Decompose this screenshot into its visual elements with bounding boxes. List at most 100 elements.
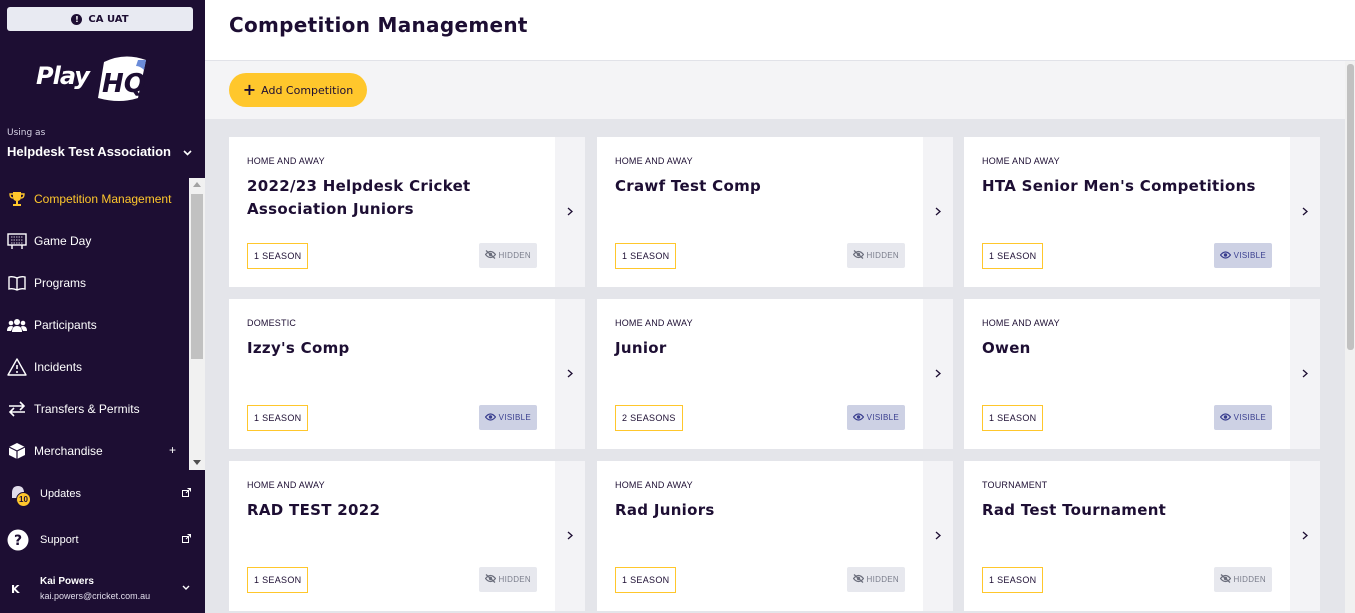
open-competition-button[interactable]	[1290, 137, 1320, 287]
card-body[interactable]: HOME AND AWAY Rad Juniors 1 SEASON HIDDEN	[597, 461, 923, 611]
open-competition-button[interactable]	[923, 461, 953, 611]
open-competition-button[interactable]	[555, 137, 585, 287]
open-competition-button[interactable]	[555, 299, 585, 449]
using-as-label: Using as	[7, 128, 46, 138]
sidebar-item-participants[interactable]: Participants	[0, 304, 188, 346]
sidebar-scroll-thumb[interactable]	[191, 194, 203, 359]
season-count-tag: 1 SEASON	[247, 243, 309, 269]
visibility-badge: VISIBLE	[846, 405, 905, 430]
add-competition-button[interactable]: + Add Competition	[229, 73, 367, 107]
expand-icon[interactable]: +	[169, 443, 176, 457]
book-icon	[7, 273, 27, 293]
card-body[interactable]: HOME AND AWAY HTA Senior Men's Competitio…	[964, 137, 1290, 287]
card-body[interactable]: HOME AND AWAY Junior 2 SEASONS VISIBLE	[597, 299, 923, 449]
card-body[interactable]: HOME AND AWAY RAD TEST 2022 1 SEASON HIDDEN	[229, 461, 555, 611]
competition-card[interactable]: HOME AND AWAY HTA Senior Men's Competitio…	[964, 137, 1320, 287]
competition-name: Owen	[982, 339, 1031, 357]
season-count-tag: 1 SEASON	[982, 405, 1044, 431]
visibility-badge: HIDDEN	[478, 567, 537, 592]
chevron-right-icon	[935, 530, 941, 543]
sidebar-item-transfers-permits[interactable]: Transfers & Permits	[0, 388, 188, 430]
card-body[interactable]: HOME AND AWAY Crawf Test Comp 1 SEASON HIDD…	[597, 137, 923, 287]
avatar: K	[11, 583, 20, 596]
sidebar-item-programs[interactable]: Programs	[0, 262, 188, 304]
main-scroll-thumb[interactable]	[1347, 64, 1354, 350]
sidebar-item-merchandise[interactable]: Merchandise +	[0, 430, 188, 472]
bell-icon: 10	[7, 483, 31, 507]
eye-off-icon	[484, 250, 499, 261]
help-icon: ?	[7, 529, 29, 551]
sidebar-item-label: Incidents	[34, 360, 83, 374]
competition-card[interactable]: HOME AND AWAY 2022/23 Helpdesk Cricket As…	[229, 137, 585, 287]
competition-type: HOME AND AWAY	[615, 318, 693, 328]
open-competition-button[interactable]	[555, 461, 585, 611]
open-competition-button[interactable]	[1290, 461, 1320, 611]
sidebar-item-incidents[interactable]: Incidents	[0, 346, 188, 388]
svg-text:?: ?	[14, 533, 22, 549]
competition-card[interactable]: HOME AND AWAY RAD TEST 2022 1 SEASON HIDDEN	[229, 461, 585, 611]
competition-card[interactable]: HOME AND AWAY Junior 2 SEASONS VISIBLE	[597, 299, 953, 449]
playhq-logo[interactable]: Play HQ	[36, 54, 148, 104]
card-body[interactable]: DOMESTIC Izzy's Comp 1 SEASON VISIBLE	[229, 299, 555, 449]
box-icon	[7, 441, 27, 461]
environment-badge: ! CA UAT	[7, 7, 193, 31]
eye-icon	[484, 412, 499, 423]
eye-icon	[1219, 412, 1234, 423]
info-icon: !	[71, 13, 83, 25]
page-title: Competition Management	[229, 13, 528, 37]
scroll-down-icon[interactable]	[193, 460, 201, 465]
competition-name: 2022/23 Helpdesk Cricket Association Jun…	[247, 177, 471, 218]
open-competition-button[interactable]	[923, 299, 953, 449]
visibility-label: HIDDEN	[498, 575, 531, 584]
sidebar: ! CA UAT Play HQ Using as Helpdesk Test …	[0, 0, 205, 613]
card-body[interactable]: TOURNAMENT Rad Test Tournament 1 SEASON HID…	[964, 461, 1290, 611]
card-body[interactable]: HOME AND AWAY 2022/23 Helpdesk Cricket As…	[229, 137, 555, 287]
scroll-up-icon[interactable]	[193, 182, 201, 187]
hq-logo-mark: HQ	[98, 56, 146, 101]
sidebar-item-competition-management[interactable]: Competition Management	[0, 178, 188, 220]
chevron-right-icon	[935, 206, 941, 219]
chevron-down-icon[interactable]	[182, 582, 190, 593]
competition-name: Rad Test Tournament	[982, 501, 1167, 519]
eye-icon	[852, 412, 867, 423]
chevron-down-icon[interactable]	[183, 146, 192, 159]
user-menu[interactable]: K Kai Powers kai.powers@cricket.com.au	[0, 570, 205, 610]
competition-card[interactable]: HOME AND AWAY Owen 1 SEASON VISIBLE	[964, 299, 1320, 449]
competition-type: TOURNAMENT	[982, 480, 1048, 490]
visibility-badge: HIDDEN	[846, 567, 905, 592]
card-body[interactable]: HOME AND AWAY Owen 1 SEASON VISIBLE	[964, 299, 1290, 449]
visibility-badge: VISIBLE	[478, 405, 537, 430]
support-link[interactable]: ? Support	[0, 520, 205, 560]
updates-label: Updates	[40, 488, 81, 500]
support-label: Support	[40, 534, 79, 546]
org-switcher[interactable]: Helpdesk Test Association	[7, 144, 171, 159]
visibility-badge: VISIBLE	[1213, 405, 1272, 430]
environment-label: CA UAT	[88, 13, 129, 25]
people-icon	[7, 315, 27, 335]
sidebar-item-label: Participants	[34, 318, 97, 332]
sidebar-item-label: Programs	[34, 276, 87, 290]
updates-link[interactable]: 10 Updates	[0, 474, 205, 514]
user-name: Kai Powers	[40, 576, 94, 587]
chevron-right-icon	[935, 368, 941, 381]
sidebar-item-game-day[interactable]: Game Day	[0, 220, 188, 262]
competition-card[interactable]: HOME AND AWAY Rad Juniors 1 SEASON HIDDEN	[597, 461, 953, 611]
warning-icon	[7, 357, 27, 377]
visibility-label: VISIBLE	[1233, 413, 1266, 422]
competition-type: DOMESTIC	[247, 318, 297, 328]
competition-card[interactable]: TOURNAMENT Rad Test Tournament 1 SEASON HID…	[964, 461, 1320, 611]
visibility-label: HIDDEN	[866, 575, 899, 584]
visibility-label: HIDDEN	[866, 251, 899, 260]
updates-count-badge: 10	[16, 492, 31, 507]
competition-name: Junior	[615, 339, 667, 357]
competition-card[interactable]: DOMESTIC Izzy's Comp 1 SEASON VISIBLE	[229, 299, 585, 449]
competition-card[interactable]: HOME AND AWAY Crawf Test Comp 1 SEASON HIDD…	[597, 137, 953, 287]
toolbar: + Add Competition	[205, 61, 1345, 119]
competition-type: HOME AND AWAY	[247, 156, 325, 166]
season-count-tag: 1 SEASON	[247, 405, 309, 431]
competition-type: HOME AND AWAY	[247, 480, 325, 490]
visibility-label: VISIBLE	[1233, 251, 1266, 260]
open-competition-button[interactable]	[923, 137, 953, 287]
scoreboard-icon	[7, 231, 27, 251]
open-competition-button[interactable]	[1290, 299, 1320, 449]
